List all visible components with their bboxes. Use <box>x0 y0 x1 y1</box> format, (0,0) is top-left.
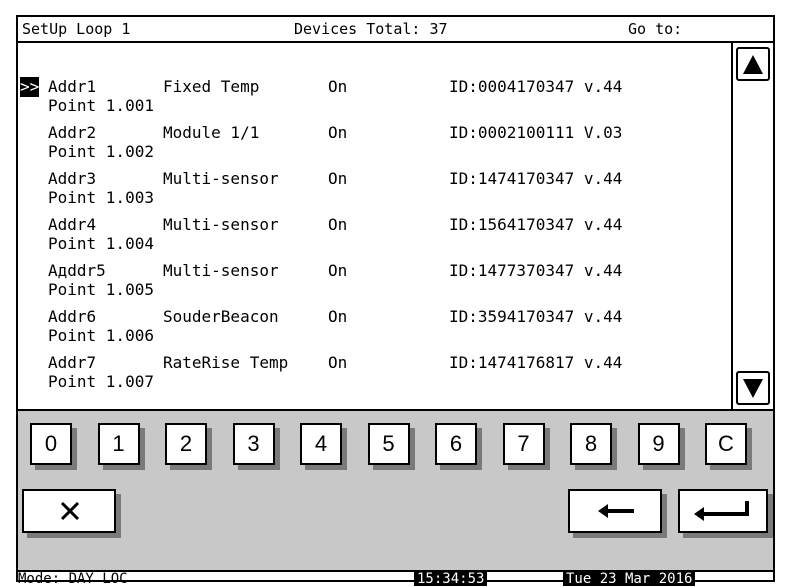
device-addr: Addr6 <box>48 307 97 326</box>
device-id: ID:3594170347 v.44 <box>449 307 623 326</box>
triangle-down-icon <box>743 379 763 398</box>
panel-frame: SetUp Loop 1 Devices Total: 37 Go to: >>… <box>16 15 775 586</box>
devices-total: Devices Total: 37 <box>294 20 448 38</box>
arrow-left-icon <box>598 504 634 518</box>
mode-status: Mode: DAY LOC <box>18 571 128 587</box>
key-6[interactable]: 6 <box>435 423 477 465</box>
device-state: On <box>328 77 348 96</box>
device-id: ID:1474176817 v.44 <box>449 353 623 372</box>
device-point: Point 1.001 <box>48 96 154 115</box>
device-state: On <box>328 261 348 280</box>
enter-button[interactable] <box>678 489 768 533</box>
device-addr: Addr1 <box>48 77 97 96</box>
device-type: Multi-sensor <box>163 215 279 234</box>
device-point: Point 1.007 <box>48 372 154 391</box>
header-bar: SetUp Loop 1 Devices Total: 37 Go to: <box>18 17 773 43</box>
key-0[interactable]: 0 <box>30 423 72 465</box>
scroll-down-button[interactable] <box>736 371 770 405</box>
device-point: Point 1.005 <box>48 280 154 299</box>
device-addr: Addr4 <box>48 215 97 234</box>
keypad: 0123456789C <box>18 409 773 570</box>
backspace-button[interactable] <box>568 489 662 533</box>
status-bar: Mode: DAY LOC 15:34:53 Tue 23 Mar 2016 <box>18 570 773 586</box>
x-icon <box>60 501 80 521</box>
device-type: Module 1/1 <box>163 123 260 142</box>
key-1[interactable]: 1 <box>97 423 140 465</box>
triangle-up-icon <box>743 55 763 74</box>
key-3[interactable]: 3 <box>232 423 275 465</box>
device-id: ID:1474170347 v.44 <box>449 169 623 188</box>
device-state: On <box>328 215 348 234</box>
device-type: Multi-sensor <box>163 169 279 188</box>
device-type: SouderBeacon <box>163 307 279 326</box>
key-2[interactable]: 2 <box>165 423 207 465</box>
device-id: ID:0002100111 V.03 <box>449 123 623 142</box>
device-state: On <box>328 123 348 142</box>
device-addr: Addr7 <box>48 353 97 372</box>
device-state: On <box>328 169 348 188</box>
key-5[interactable]: 5 <box>367 423 410 465</box>
device-id: ID:1477370347 v.44 <box>449 261 623 280</box>
clock-time: 15:34:53 <box>414 572 488 586</box>
key-c[interactable]: C <box>705 423 747 465</box>
goto-field[interactable]: Go to: <box>628 17 682 41</box>
key-4[interactable]: 4 <box>300 423 342 465</box>
key-9[interactable]: 9 <box>637 423 680 465</box>
cursor-marker: >> <box>20 77 40 97</box>
device-type: Multi-sensor <box>163 261 279 280</box>
key-8[interactable]: 8 <box>570 423 612 465</box>
enter-icon <box>694 501 749 521</box>
device-addr: Addr2 <box>48 123 97 142</box>
device-point: Point 1.002 <box>48 142 154 161</box>
device-point: Point 1.003 <box>48 188 154 207</box>
clock-date: Tue 23 Mar 2016 <box>563 572 696 586</box>
cancel-button[interactable] <box>22 489 116 533</box>
device-addr: Адddr5 <box>48 261 106 280</box>
device-point: Point 1.006 <box>48 326 154 345</box>
device-type: RateRise Temp <box>163 353 289 372</box>
device-point: Point 1.004 <box>48 234 154 253</box>
page-title: SetUp Loop 1 <box>22 20 131 38</box>
device-state: On <box>328 353 348 372</box>
key-7[interactable]: 7 <box>502 423 545 465</box>
scroll-up-button[interactable] <box>736 47 770 81</box>
device-id: ID:0004170347 v.44 <box>449 77 623 96</box>
device-id: ID:1564170347 v.44 <box>449 215 623 234</box>
device-list: >> Addr1 Fixed Temp On ID:0004170347 v.44 Poi… <box>18 43 731 423</box>
device-state: On <box>328 307 348 326</box>
device-type: Fixed Temp <box>163 77 260 96</box>
scrollbar[interactable] <box>731 43 773 409</box>
device-addr: Addr3 <box>48 169 97 188</box>
